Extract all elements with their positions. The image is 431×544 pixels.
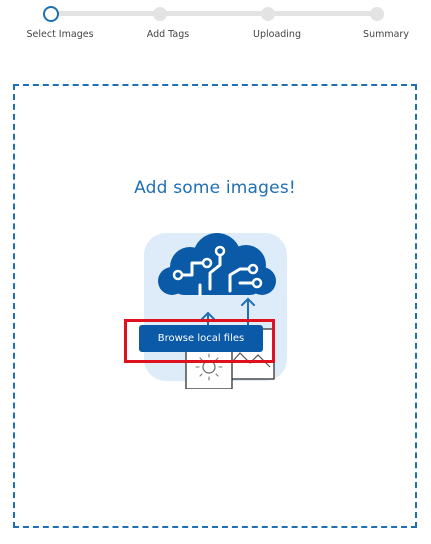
step-select-images-dot [43,6,59,22]
step-summary-dot [370,7,384,21]
cloud-brain-upload-icon [142,229,292,390]
step-uploading-dot [261,7,275,21]
stepper-track [52,11,378,16]
drop-zone-heading: Add some images! [134,178,296,198]
progress-stepper: Select Images Add Tags Uploading Summary [0,0,431,50]
browse-local-files-button[interactable]: Browse local files [139,325,263,352]
step-add-tags-dot [153,7,167,21]
step-select-images-label: Select Images [26,29,94,40]
image-drop-zone[interactable]: Add some images! [13,84,417,528]
step-summary-label: Summary [363,29,409,40]
step-uploading-label: Uploading [253,29,301,40]
step-add-tags-label: Add Tags [146,29,190,40]
